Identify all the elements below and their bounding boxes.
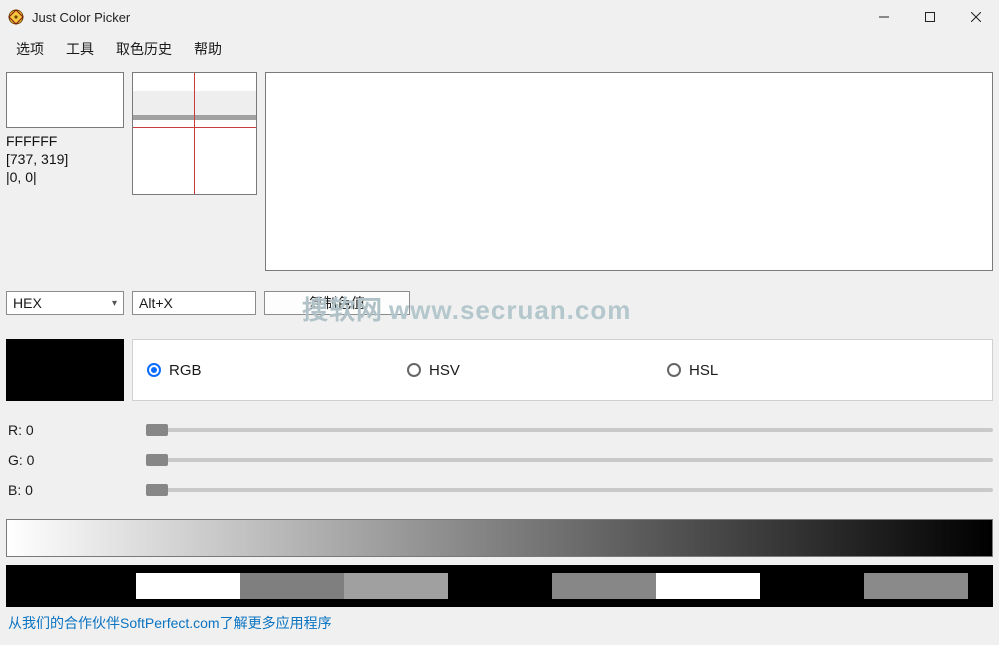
color-model-group: RGB HSV HSL (132, 339, 993, 401)
palette-cell[interactable] (864, 573, 968, 599)
menu-help[interactable]: 帮助 (184, 36, 232, 62)
chevron-down-icon: ▾ (112, 298, 117, 309)
radio-hsv-label: HSV (429, 362, 460, 379)
maximize-button[interactable] (907, 1, 953, 33)
radio-icon (147, 363, 161, 377)
slider-r-label: R: 0 (6, 422, 146, 438)
radio-hsl[interactable]: HSL (667, 362, 927, 379)
radio-hsv[interactable]: HSV (407, 362, 667, 379)
slider-b[interactable] (146, 488, 993, 492)
picked-color-info: FFFFFF [737, 319] |0, 0| (6, 132, 124, 187)
menubar: 选项 工具 取色历史 帮助 (0, 34, 999, 64)
radio-icon (667, 363, 681, 377)
magnifier-view (132, 72, 257, 195)
slider-g[interactable] (146, 458, 993, 462)
radio-rgb-label: RGB (169, 362, 202, 379)
palette-cell[interactable] (344, 573, 448, 599)
crosshair-vertical (194, 73, 195, 194)
picked-offset: |0, 0| (6, 168, 124, 186)
hotkey-input[interactable]: Alt+X (132, 291, 256, 315)
palette-strip (6, 565, 993, 607)
slider-g-label: G: 0 (6, 452, 146, 468)
color-history-panel[interactable] (265, 72, 993, 271)
slider-thumb[interactable] (146, 424, 168, 436)
window-title: Just Color Picker (32, 10, 130, 25)
palette-cell[interactable] (136, 573, 240, 599)
palette-cell[interactable] (448, 573, 552, 599)
swatch-current (6, 339, 124, 401)
color-format-value: HEX (13, 295, 42, 311)
picked-coords: [737, 319] (6, 150, 124, 168)
copy-value-label: 复制色值 (309, 293, 365, 313)
color-format-select[interactable]: HEX ▾ (6, 291, 124, 315)
gradient-strip[interactable] (6, 519, 993, 557)
close-button[interactable] (953, 1, 999, 33)
channel-sliders: R: 0 G: 0 B: 0 (6, 415, 993, 505)
picked-hex: FFFFFF (6, 132, 124, 150)
slider-b-label: B: 0 (6, 482, 146, 498)
palette-cell[interactable] (552, 573, 656, 599)
palette-cell[interactable] (656, 573, 760, 599)
partner-link[interactable]: 从我们的合作伙伴SoftPerfect.com了解更多应用程序 (6, 613, 993, 633)
slider-thumb[interactable] (146, 484, 168, 496)
slider-thumb[interactable] (146, 454, 168, 466)
window-controls (861, 1, 999, 33)
crosshair-horizontal (133, 127, 256, 128)
radio-icon (407, 363, 421, 377)
menu-tools[interactable]: 工具 (56, 36, 104, 62)
slider-r[interactable] (146, 428, 993, 432)
minimize-button[interactable] (861, 1, 907, 33)
hotkey-value: Alt+X (139, 295, 173, 311)
copy-value-button[interactable]: 复制色值 (264, 291, 410, 315)
palette-cell[interactable] (760, 573, 864, 599)
palette-cell[interactable] (240, 573, 344, 599)
titlebar: Just Color Picker (0, 0, 999, 34)
current-color-preview (6, 72, 124, 128)
app-icon (8, 9, 24, 25)
radio-rgb[interactable]: RGB (147, 362, 407, 379)
menu-options[interactable]: 选项 (6, 36, 54, 62)
palette-cell[interactable] (32, 573, 136, 599)
menu-history[interactable]: 取色历史 (106, 36, 182, 62)
radio-hsl-label: HSL (689, 362, 718, 379)
